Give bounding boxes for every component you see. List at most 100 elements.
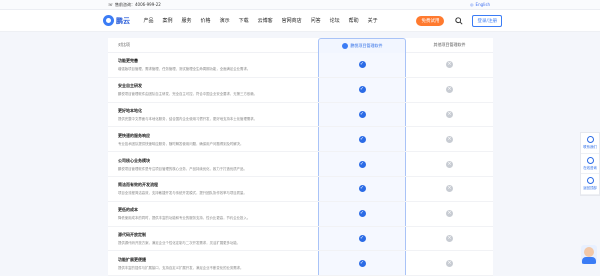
- row-title: 更好地本地化: [118, 107, 142, 113]
- nav-item[interactable]: 服务: [177, 17, 196, 24]
- check-icon: ✓: [358, 110, 366, 118]
- language-link[interactable]: English: [476, 2, 490, 7]
- row-title: 功能扩展更便捷: [118, 256, 146, 262]
- cross-icon: ×: [446, 160, 453, 168]
- support-avatar[interactable]: [581, 245, 597, 264]
- side-tool-icon: [586, 177, 594, 185]
- row-description: 增强版项目管理、需求管理、任务管理、测试管理全生命周期功能，全面满足企业需求。: [118, 67, 251, 72]
- nav-item[interactable]: 案例: [158, 17, 177, 24]
- side-tool-label: 在线咨询: [583, 165, 597, 170]
- cross-icon: ×: [446, 210, 453, 218]
- row-our-cell: ✓: [318, 127, 406, 152]
- nav-item[interactable]: 官网商店: [277, 17, 306, 24]
- check-icon: ✓: [358, 160, 366, 168]
- cross-icon: ×: [446, 135, 453, 143]
- table-row: 更好地本地化提供完整中文界面与本地化服务，结合国内企业使用习惯开发，更好地支持本…: [108, 102, 493, 128]
- table-row: 公司核心业务模块鹏悦项目管理软件是专注项目管理的核心业务，产品持续优化，致力于打…: [108, 152, 493, 177]
- nav-item[interactable]: 云博客: [253, 17, 277, 24]
- login-button[interactable]: 登录/注册: [472, 14, 502, 27]
- avatar-face: [584, 247, 594, 257]
- nav-bar: 鹏云 产品 案例 服务 价格 演示 下载 云博客 官网商店 问答 论坛 帮助 关于 免费试用 登录/注…: [0, 10, 600, 32]
- row-other-cell: ×: [406, 259, 493, 267]
- check-icon: ✓: [358, 61, 366, 69]
- nav-item[interactable]: 下载: [234, 17, 253, 24]
- row-description: 鹏悦项目管理软件由团队自主研发，完全自主可控，符合中国企业安全要求，无第三方依赖…: [118, 92, 258, 97]
- side-tool-item[interactable]: 联系我们: [581, 133, 599, 154]
- nav-item[interactable]: 产品: [139, 17, 158, 24]
- row-our-cell: ✓: [318, 176, 406, 201]
- row-title: 简洁而有效的开发流程: [118, 182, 158, 188]
- check-icon: ✓: [358, 185, 366, 193]
- row-description: 鹏悦项目管理软件是专注项目管理的核心业务，产品持续优化，致力于打造优质产品。: [118, 166, 247, 171]
- row-description: 专业技术团队提供快速响应服务，随时解答使用问题，确保用户问题得到及时解决。: [118, 141, 244, 146]
- logo-text: 鹏云: [116, 16, 130, 25]
- table-header: 对比项 鹏悦项目管理软件 其他项目管理软件: [108, 37, 493, 53]
- cross-icon: ×: [446, 110, 453, 118]
- side-tool-item[interactable]: 在线咨询: [581, 154, 599, 175]
- row-info: 安全自主研发鹏悦项目管理软件由团队自主研发，完全自主可控，符合中国企业安全要求，…: [108, 83, 318, 96]
- header-other-product: 其他项目管理软件: [433, 42, 466, 47]
- side-tool-label: 返回顶部: [583, 186, 597, 191]
- row-other-cell: ×: [406, 185, 493, 193]
- row-other-cell: ×: [406, 160, 493, 168]
- row-title: 更快速的服务响应: [118, 132, 150, 138]
- table-row: 功能扩展更便捷 提供丰富的插件与扩展接口，支持自定义扩展开发，满足企业不断变化的业…: [108, 251, 493, 276]
- nav-item[interactable]: 价格: [196, 17, 215, 24]
- check-icon: ✓: [358, 259, 366, 267]
- row-description: 降低使用成本的同时，提供丰富的功能和专业的服务支持，性价比更高，节约企业投入。: [118, 216, 251, 221]
- row-description: 提供源代码开放方案，满足企业个性化定制与二次开发需求，灵活扩展更多功能。: [118, 240, 241, 245]
- check-icon: ✓: [358, 135, 366, 143]
- row-title: 公司核心业务模块: [118, 157, 150, 163]
- row-info: 功能扩展更便捷 提供丰富的插件与扩展接口，支持自定义扩展开发，满足企业不断变化的业…: [108, 257, 318, 270]
- table-row: 更低的成本降低使用成本的同时，提供丰富的功能和专业的服务支持，性价比更高，节约企…: [108, 201, 493, 227]
- row-other-cell: ×: [406, 210, 493, 218]
- side-toolbar: 联系我们在线咨询返回顶部: [580, 132, 600, 196]
- nav-item[interactable]: 帮助: [344, 17, 363, 24]
- row-info: 简洁而有效的开发流程项目全流程简洁高效，支持敏捷开发与传统开发模式，提升团队协作…: [108, 182, 318, 195]
- row-other-cell: ×: [406, 61, 493, 69]
- trial-button[interactable]: 免费试用: [416, 15, 445, 26]
- nav-item[interactable]: 问答: [306, 17, 325, 24]
- row-info: 源代码开放定制 提供源代码开放方案，满足企业个性化定制与二次开发需求，灵活扩展更多…: [108, 232, 318, 245]
- cross-icon: ×: [446, 61, 453, 69]
- side-tool-label: 联系我们: [583, 145, 597, 149]
- nav-item[interactable]: 演示: [215, 17, 234, 24]
- row-info: 公司核心业务模块鹏悦项目管理软件是专注项目管理的核心业务，产品持续优化，致力于打…: [108, 158, 318, 171]
- table-row: 安全自主研发鹏悦项目管理软件由团队自主研发，完全自主可控，符合中国企业安全要求，…: [108, 77, 493, 103]
- topbar: ☏ 售前咨询：4006-999-22 ◎ English: [0, 0, 600, 10]
- nav-item[interactable]: 论坛: [325, 17, 344, 24]
- row-title: 安全自主研发: [118, 83, 142, 89]
- product-logo-icon: [341, 42, 348, 49]
- table-row: 更快速的服务响应专业技术团队提供快速响应服务，随时解答使用问题，确保用户问题得到…: [108, 127, 493, 153]
- side-tool-item[interactable]: 返回顶部: [581, 174, 599, 195]
- row-our-cell: ✓: [318, 53, 406, 77]
- cross-icon: ×: [446, 86, 453, 94]
- row-description: 提供完整中文界面与本地化服务，结合国内企业使用习惯开发，更好地支持本土化管理需求…: [118, 116, 258, 121]
- header-our-product: 鹏悦项目管理软件: [318, 37, 406, 53]
- row-info: 功能更完善增强版项目管理、需求管理、任务管理、测试管理全生命周期功能，全面满足企…: [108, 58, 318, 71]
- row-info: 更低的成本降低使用成本的同时，提供丰富的功能和专业的服务支持，性价比更高，节约企…: [108, 207, 318, 220]
- row-info: 更好地本地化提供完整中文界面与本地化服务，结合国内企业使用习惯开发，更好地支持本…: [108, 108, 318, 121]
- logo[interactable]: 鹏云: [103, 15, 139, 26]
- row-our-cell: ✓: [318, 201, 406, 226]
- row-our-cell: ✓: [318, 226, 406, 251]
- table-row: 功能更完善增强版项目管理、需求管理、任务管理、测试管理全生命周期功能，全面满足企…: [108, 53, 493, 78]
- comparison-table: 对比项 鹏悦项目管理软件 其他项目管理软件 功能更完善增强版项目管理、需求管理、…: [108, 37, 493, 276]
- cross-icon: ×: [446, 185, 453, 193]
- row-title: 更低的成本: [118, 207, 138, 213]
- nav-item[interactable]: 关于: [363, 17, 382, 24]
- check-icon: ✓: [358, 234, 366, 242]
- table-body: 功能更完善增强版项目管理、需求管理、任务管理、测试管理全生命周期功能，全面满足企…: [108, 53, 493, 276]
- row-title: 功能更完善: [118, 58, 138, 64]
- cross-icon: ×: [446, 234, 453, 242]
- phone-label: 售前咨询：4006-999-22: [115, 1, 161, 7]
- phone-icon: ☏: [108, 2, 114, 7]
- row-description: 项目全流程简洁高效，支持敏捷开发与传统开发模式，提升团队协作效率与项目质量。: [118, 191, 247, 196]
- side-tool-icon: [586, 136, 594, 143]
- avatar-body: [582, 257, 596, 264]
- globe-icon: ◎: [470, 2, 474, 7]
- row-other-cell: ×: [406, 86, 493, 94]
- check-icon: ✓: [358, 210, 366, 218]
- header-our-product-label: 鹏悦项目管理软件: [350, 42, 383, 48]
- search-icon[interactable]: [454, 16, 464, 26]
